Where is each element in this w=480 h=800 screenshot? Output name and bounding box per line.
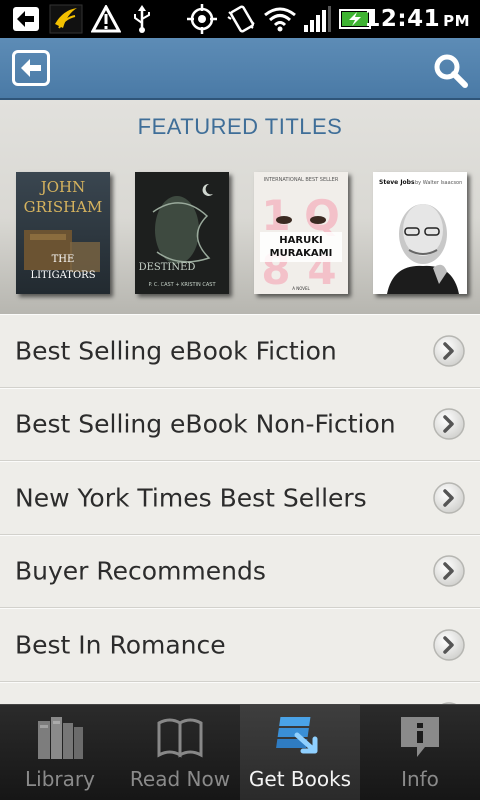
featured-book-cover[interactable]: DESTINED P. C. CAST + KRISTIN CAST <box>135 172 229 294</box>
chevron-right-icon <box>433 408 465 440</box>
tab-get-books[interactable]: Get Books <box>240 705 360 800</box>
books-icon <box>38 717 83 759</box>
cover-subtitle: A NOVEL <box>292 286 310 291</box>
warning-icon <box>90 4 122 34</box>
clock: 12:41 PM <box>364 0 470 38</box>
info-icon <box>401 717 439 757</box>
tab-label: Info <box>401 767 439 791</box>
tab-label: Library <box>25 767 95 791</box>
status-bar: 12:41 PM <box>0 0 480 38</box>
sprint-logo-icon <box>48 4 84 34</box>
back-arrow-notification-icon <box>8 4 44 34</box>
clock-ampm: PM <box>443 12 470 30</box>
featured-title: FEATURED TITLES <box>137 114 343 139</box>
list-item-label: Buyer Recommends <box>15 556 266 586</box>
chevron-right-icon <box>433 482 465 514</box>
bottom-tab-bar: Library Read Now Get Books Info <box>0 704 480 800</box>
search-button[interactable] <box>432 52 468 88</box>
tab-read-now[interactable]: Read Now <box>120 705 240 800</box>
cover-title-1: THE <box>52 254 75 265</box>
cover-author: P. C. CAST + KRISTIN CAST <box>149 282 217 288</box>
clock-time: 12:41 <box>364 6 441 32</box>
featured-book-cover[interactable]: INTERNATIONAL BEST SELLER 1 Q 8 4 HARUKI… <box>254 172 348 294</box>
chevron-right-icon <box>433 629 465 661</box>
list-item-best-selling-non-fiction[interactable]: Best Selling eBook Non-Fiction <box>0 387 480 461</box>
download-books-icon <box>276 717 318 754</box>
list-item-partial[interactable] <box>0 681 480 704</box>
list-item-label: Best In Romance <box>15 630 226 660</box>
tab-label: Get Books <box>248 767 352 791</box>
app-bar <box>0 38 480 100</box>
open-book-icon <box>157 718 203 758</box>
cover-author-1: JOHN <box>39 178 86 196</box>
list-item-buyer-recommends[interactable]: Buyer Recommends <box>0 534 480 608</box>
cover-author-2: MURAKAMI <box>270 248 333 259</box>
list-item-label: Best Selling eBook Non-Fiction <box>15 409 396 439</box>
usb-icon <box>128 4 156 34</box>
tab-library[interactable]: Library <box>0 705 120 800</box>
featured-section: FEATURED TITLES JOHN GRISHAM THE LITIGAT… <box>0 100 480 314</box>
featured-book-cover[interactable]: JOHN GRISHAM THE LITIGATORS <box>16 172 110 294</box>
back-arrow-icon <box>21 59 41 77</box>
category-list: Best Selling eBook Fiction Best Selling … <box>0 314 480 704</box>
cover-title: Steve Jobs <box>379 179 415 186</box>
chevron-right-icon <box>433 555 465 587</box>
tab-label: Read Now <box>129 767 231 791</box>
list-item-best-in-romance[interactable]: Best In Romance <box>0 608 480 682</box>
wifi-icon <box>262 4 298 34</box>
cover-author-2: GRISHAM <box>24 198 103 216</box>
cover-tagline: INTERNATIONAL BEST SELLER <box>264 177 339 183</box>
cover-title-2: LITIGATORS <box>30 270 95 281</box>
tab-info[interactable]: Info <box>360 705 480 800</box>
signal-icon <box>302 4 332 34</box>
list-item-best-selling-fiction[interactable]: Best Selling eBook Fiction <box>0 314 480 388</box>
search-icon <box>434 54 468 88</box>
vibrate-icon <box>226 4 256 34</box>
cover-author-1: HARUKI <box>279 235 322 246</box>
list-item-label: Best Selling eBook Fiction <box>15 336 337 366</box>
featured-book-cover[interactable]: Steve Jobs by Walter Isaacson <box>373 172 467 294</box>
list-item-label: New York Times Best Sellers <box>15 483 367 513</box>
gps-icon <box>186 4 218 34</box>
chevron-right-icon <box>433 335 465 367</box>
cover-author: by Walter Isaacson <box>415 180 462 186</box>
cover-title: DESTINED <box>139 262 196 273</box>
back-button[interactable] <box>12 50 50 86</box>
list-item-nyt-best-sellers[interactable]: New York Times Best Sellers <box>0 461 480 535</box>
